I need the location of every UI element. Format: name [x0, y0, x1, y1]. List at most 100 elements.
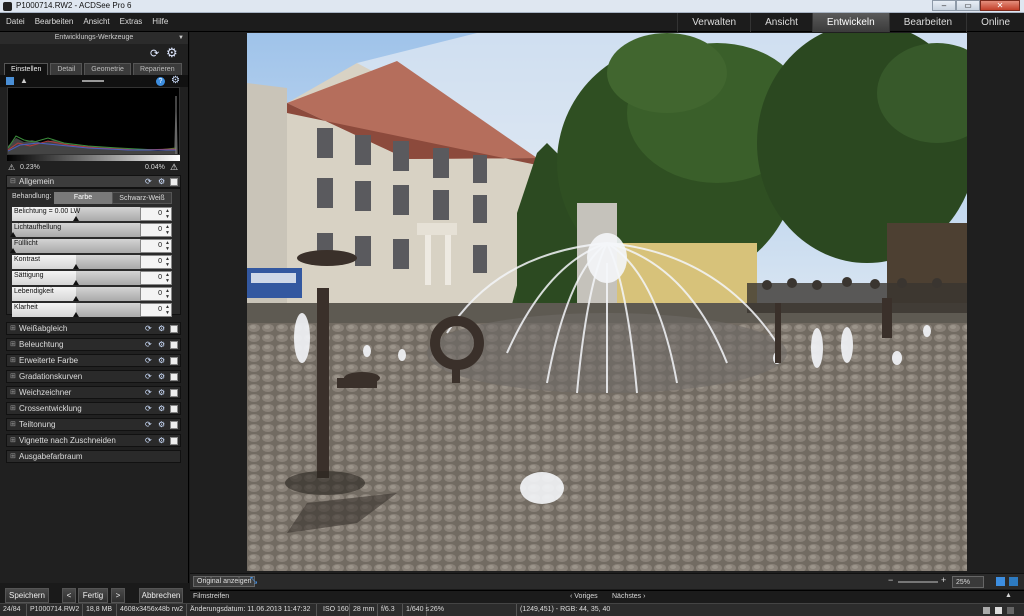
- reset-icon[interactable]: ⟳: [145, 339, 152, 351]
- done-button[interactable]: Fertig: [78, 588, 108, 603]
- zoom-level-field[interactable]: 25%: [952, 576, 984, 588]
- settings-icon[interactable]: ⚙: [158, 387, 165, 399]
- next-image-button[interactable]: >: [111, 588, 125, 603]
- behandlung-farbe-button[interactable]: Farbe: [54, 192, 112, 204]
- photo-preview[interactable]: [247, 33, 967, 571]
- slider-kontrast[interactable]: Kontrast 0 ▲ ▼: [12, 255, 172, 269]
- spin-arrows-icon[interactable]: ▲ ▼: [165, 304, 170, 316]
- menu-hilfe[interactable]: Hilfe: [152, 17, 168, 26]
- slider-track[interactable]: Belichtung = 0.00 LW: [12, 207, 140, 221]
- group-beleuchtung[interactable]: ⊞ Beleuchtung ⟳ ⚙: [6, 338, 181, 351]
- expand-filmstrip-icon[interactable]: ▲: [1005, 592, 1012, 599]
- settings-icon[interactable]: ⚙: [158, 176, 165, 188]
- tab-einstellen[interactable]: Einstellen: [4, 63, 49, 75]
- expand-icon[interactable]: ⊞: [10, 371, 16, 383]
- slider-klarheit[interactable]: Klarheit 0 ▲ ▼: [12, 303, 172, 317]
- reset-icon[interactable]: ⟳: [145, 355, 152, 367]
- maximize-button[interactable]: ▭: [956, 0, 980, 11]
- exposure-warning-toggle-icon[interactable]: ▲: [20, 76, 28, 85]
- zoom-in-button[interactable]: +: [941, 575, 946, 585]
- reset-icon[interactable]: ⟳: [145, 419, 152, 431]
- expand-icon[interactable]: ⊞: [10, 419, 16, 431]
- slider-value-text[interactable]: 0: [158, 242, 162, 249]
- settings-icon[interactable]: ⚙: [158, 339, 165, 351]
- expand-icon[interactable]: ⊞: [10, 323, 16, 335]
- panel-menu-arrow-icon[interactable]: ▼: [178, 32, 184, 44]
- mode-tab-bearbeiten[interactable]: Bearbeiten: [888, 13, 966, 32]
- previous-button[interactable]: ‹ Voriges: [570, 593, 598, 600]
- expand-icon[interactable]: ⊞: [10, 435, 16, 447]
- histogram-slider[interactable]: [82, 80, 104, 82]
- reset-icon[interactable]: ⟳: [145, 387, 152, 399]
- slider-value-text[interactable]: 0: [158, 274, 162, 281]
- group-gradationskurven[interactable]: ⊞ Gradationskurven ⟳ ⚙: [6, 370, 181, 383]
- reset-icon[interactable]: ⟳: [145, 176, 152, 188]
- menu-extras[interactable]: Extras: [120, 17, 143, 26]
- group-weissabgleich[interactable]: ⊞ Weißabgleich ⟳ ⚙: [6, 322, 181, 335]
- group-checkbox[interactable]: [170, 437, 178, 445]
- pan-tool-icon[interactable]: ⤡: [250, 575, 257, 586]
- reset-icon[interactable]: ⟳: [145, 323, 152, 335]
- group-checkbox[interactable]: [170, 325, 178, 333]
- mode-tab-entwickeln[interactable]: Entwickeln: [811, 13, 889, 32]
- slider-track[interactable]: Lichtaufhellung: [10, 223, 140, 237]
- minimize-button[interactable]: –: [932, 0, 956, 11]
- histogram-settings-gear-icon[interactable]: ⚙: [171, 75, 180, 86]
- slider-belichtung[interactable]: Belichtung = 0.00 LW 0 ▲ ▼: [12, 207, 172, 221]
- slider-thumb[interactable]: [73, 216, 79, 221]
- slider-value[interactable]: 0 ▲ ▼: [140, 303, 172, 317]
- group-checkbox[interactable]: [170, 357, 178, 365]
- slider-value-text[interactable]: 0: [158, 306, 162, 313]
- slider-track[interactable]: Fülllicht: [10, 239, 140, 253]
- reset-icon[interactable]: ⟳: [145, 435, 152, 447]
- spin-arrows-icon[interactable]: ▲ ▼: [165, 224, 170, 236]
- menu-bearbeiten[interactable]: Bearbeiten: [35, 17, 74, 26]
- spin-arrows-icon[interactable]: ▲ ▼: [165, 240, 170, 252]
- group-teiltonung[interactable]: ⊞ Teiltonung ⟳ ⚙: [6, 418, 181, 431]
- menu-datei[interactable]: Datei: [6, 17, 25, 26]
- slider-lebendigkeit[interactable]: Lebendigkeit 0 ▲ ▼: [12, 287, 172, 301]
- filmstrip-label[interactable]: Filmstreifen: [193, 593, 229, 600]
- slider-track[interactable]: Lebendigkeit: [12, 287, 140, 301]
- spin-arrows-icon[interactable]: ▲ ▼: [165, 288, 170, 300]
- group-checkbox[interactable]: [170, 373, 178, 381]
- mode-tab-ansicht[interactable]: Ansicht: [750, 13, 812, 32]
- reset-icon[interactable]: ⟳: [145, 371, 152, 383]
- zoom-out-button[interactable]: −: [888, 575, 893, 585]
- slider-value-text[interactable]: 0: [158, 226, 162, 233]
- group-checkbox[interactable]: [170, 405, 178, 413]
- slider-value-text[interactable]: 0: [158, 210, 162, 217]
- expand-icon[interactable]: ⊞: [10, 403, 16, 415]
- slider-thumb[interactable]: [73, 264, 79, 269]
- fit-to-window-icon[interactable]: [996, 577, 1005, 586]
- slider-saettigung[interactable]: Sättigung 0 ▲ ▼: [12, 271, 172, 285]
- slider-value-text[interactable]: 0: [158, 258, 162, 265]
- previous-image-button[interactable]: <: [62, 588, 76, 603]
- zoom-slider[interactable]: [898, 581, 938, 583]
- group-checkbox[interactable]: [170, 178, 178, 186]
- slider-value[interactable]: 0 ▲ ▼: [140, 207, 172, 221]
- tab-reparieren[interactable]: Reparieren: [132, 63, 182, 75]
- slider-value-text[interactable]: 0: [158, 290, 162, 297]
- slider-thumb[interactable]: [10, 248, 16, 253]
- slider-lichtaufhellung[interactable]: Lichtaufhellung 0 ▲ ▼: [10, 223, 172, 237]
- group-vignette[interactable]: ⊞ Vignette nach Zuschneiden ⟳ ⚙: [6, 434, 181, 447]
- view-mode-icon[interactable]: [983, 607, 990, 614]
- slider-track[interactable]: Klarheit: [12, 303, 140, 317]
- group-checkbox[interactable]: [170, 389, 178, 397]
- reset-icon[interactable]: ⟳: [145, 403, 152, 415]
- menu-ansicht[interactable]: Ansicht: [83, 17, 109, 26]
- spin-arrows-icon[interactable]: ▲ ▼: [165, 272, 170, 284]
- cancel-button[interactable]: Abbrechen: [139, 588, 183, 603]
- slider-thumb[interactable]: [10, 232, 16, 237]
- slider-value[interactable]: 0 ▲ ▼: [140, 223, 172, 237]
- group-checkbox[interactable]: [170, 421, 178, 429]
- refresh-icon[interactable]: ⟳: [150, 47, 159, 60]
- settings-icon[interactable]: ⚙: [158, 371, 165, 383]
- group-allgemein[interactable]: ⊟ Allgemein ⟳ ⚙: [6, 175, 181, 188]
- expand-icon[interactable]: ⊞: [10, 355, 16, 367]
- expand-icon[interactable]: ⊞: [10, 451, 16, 463]
- slider-thumb[interactable]: [73, 296, 79, 301]
- slider-value[interactable]: 0 ▲ ▼: [140, 239, 172, 253]
- mode-tab-verwalten[interactable]: Verwalten: [677, 13, 750, 32]
